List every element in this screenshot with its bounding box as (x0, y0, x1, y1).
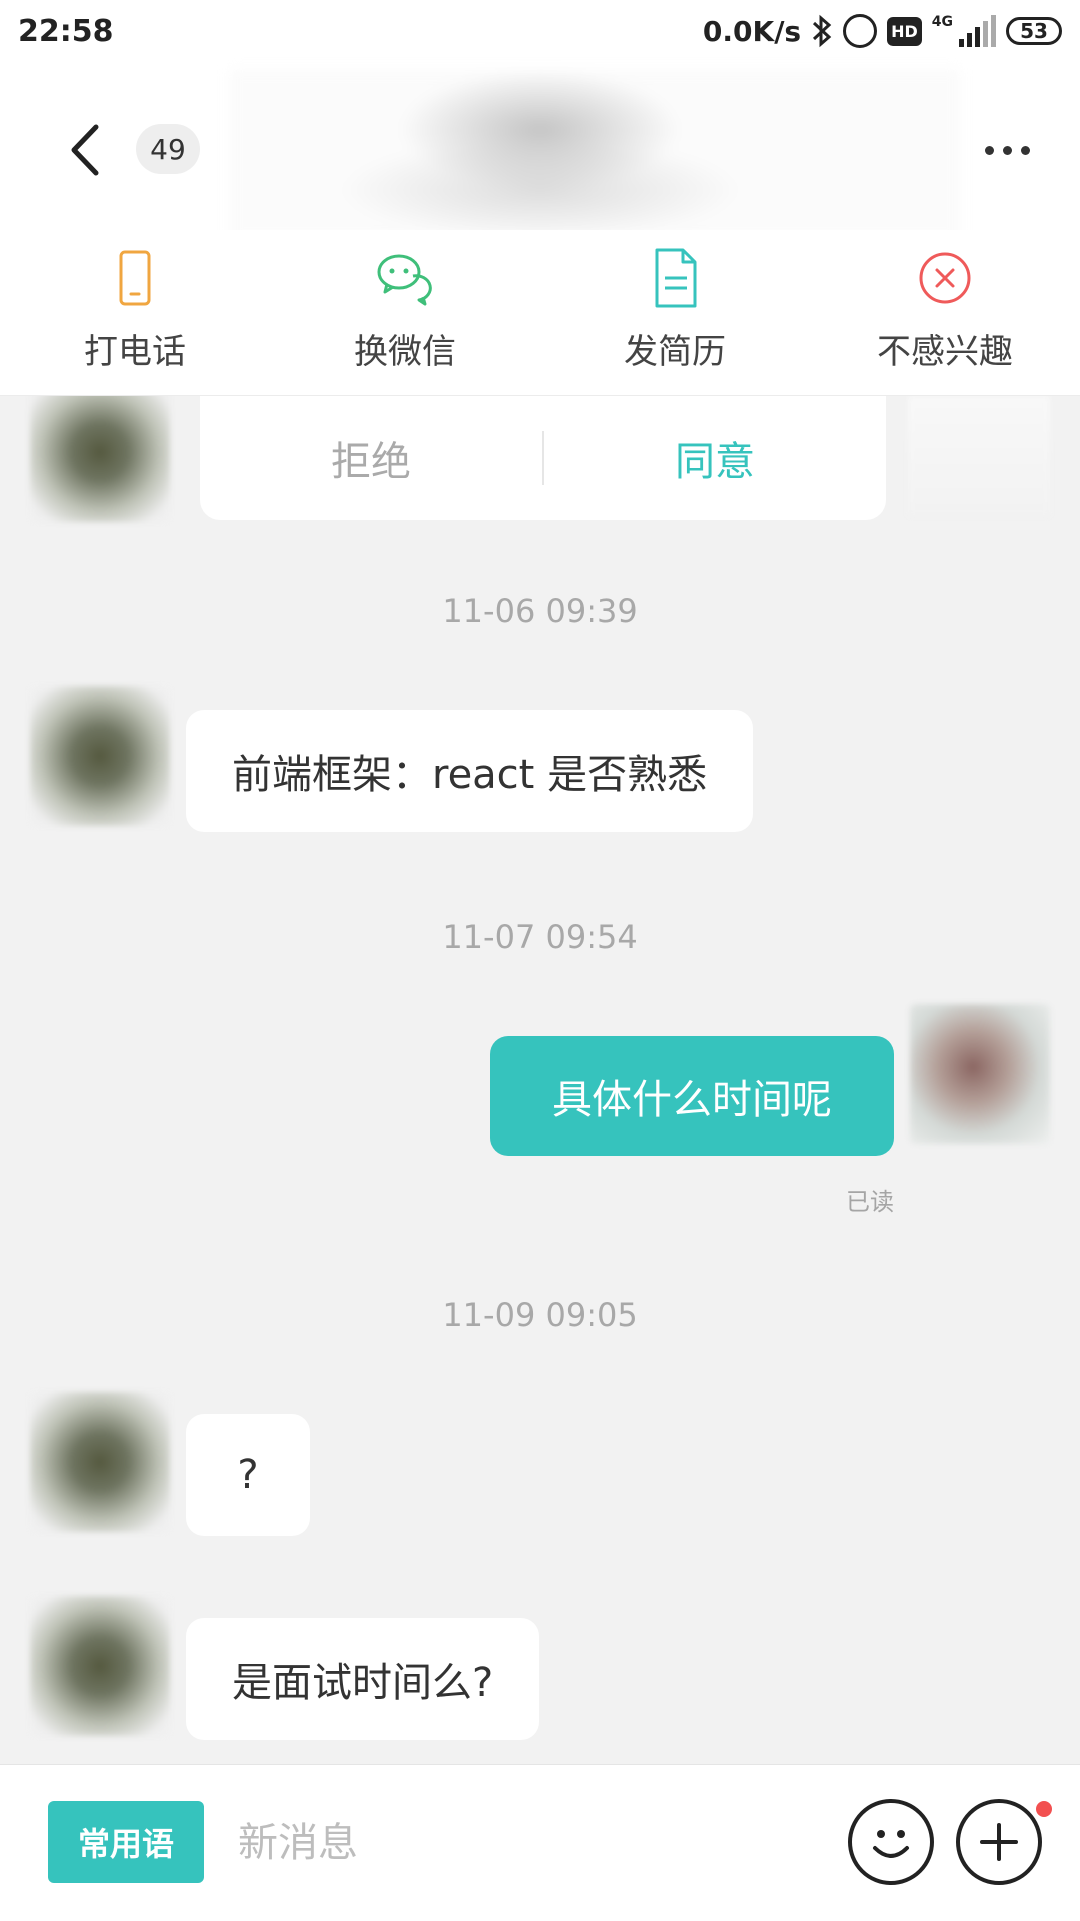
close-circle-icon (919, 252, 971, 304)
avatar[interactable] (30, 1596, 170, 1736)
message-text: 前端框架：react 是否熟悉 (232, 752, 708, 798)
plus-icon (980, 1823, 1018, 1861)
resume-icon (655, 248, 697, 308)
more-features-button[interactable] (956, 1799, 1042, 1885)
contact-info-redacted (230, 70, 960, 240)
bluetooth-icon (813, 14, 832, 48)
message-text: 具体什么时间呢 (552, 1077, 832, 1123)
unread-count-badge[interactable]: 49 (136, 124, 200, 174)
not-interested-button[interactable]: 不感兴趣 (810, 230, 1080, 395)
smiley-icon (873, 1830, 909, 1858)
action-label: 换微信 (354, 332, 456, 372)
call-button[interactable]: 打电话 (0, 230, 270, 395)
quick-action-bar: 打电话 换微信 发简历 不感兴趣 (0, 230, 1080, 396)
accept-button[interactable]: 同意 (544, 429, 886, 487)
chevron-left-icon (71, 124, 99, 176)
phone-icon (119, 250, 151, 306)
alarm-icon (843, 14, 878, 48)
send-resume-button[interactable]: 发简历 (540, 230, 810, 395)
notification-dot (1036, 1801, 1052, 1817)
message-bubble[interactable]: ? (186, 1414, 310, 1536)
interview-invite-card: 拒绝 同意 (200, 396, 886, 520)
message-timestamp: 11-09 09:05 (442, 1296, 638, 1334)
hd-badge: HD (887, 16, 922, 46)
status-bar: 22:58 0.0K/s HD 4G 53 (0, 0, 1080, 70)
status-time: 22:58 (18, 14, 114, 49)
message-bubble[interactable]: 是面试时间么? (186, 1618, 540, 1740)
network-type: 4G (931, 14, 953, 30)
message-timestamp: 11-07 09:54 (442, 918, 638, 956)
message-bubble[interactable]: 具体什么时间呢 (490, 1036, 894, 1156)
battery-indicator: 53 (1006, 17, 1062, 45)
my-avatar[interactable] (910, 1004, 1050, 1144)
message-list[interactable]: 拒绝 同意 11-06 09:39 前端框架：react 是否熟悉 11-07 … (0, 396, 1080, 1764)
message-timestamp: 11-06 09:39 (442, 592, 638, 630)
reject-button[interactable]: 拒绝 (200, 429, 542, 487)
wechat-icon (377, 254, 432, 306)
avatar[interactable] (30, 1392, 170, 1532)
message-text: 是面试时间么? (232, 1660, 494, 1706)
input-bar: 常用语 (0, 1764, 1080, 1921)
chat-header: 49 (0, 70, 1080, 240)
avatar[interactable] (30, 396, 170, 522)
message-input[interactable] (236, 1795, 800, 1891)
signal-icon (959, 15, 996, 47)
network-speed: 0.0K/s (702, 14, 802, 48)
action-label: 不感兴趣 (877, 332, 1013, 372)
back-button[interactable] (60, 120, 110, 180)
action-label: 打电话 (84, 332, 186, 372)
more-dot (984, 145, 994, 155)
action-label: 发简历 (624, 332, 726, 372)
status-icons: 0.0K/s HD 4G 53 (703, 14, 1062, 48)
more-dot (1002, 145, 1012, 155)
more-options-button[interactable] (972, 130, 1042, 170)
avatar-redacted (908, 396, 1050, 516)
message-text: ? (237, 1452, 259, 1498)
message-bubble[interactable]: 前端框架：react 是否熟悉 (186, 710, 754, 832)
read-status: 已读 (846, 1188, 894, 1216)
emoji-button[interactable] (848, 1799, 934, 1885)
quick-reply-button[interactable]: 常用语 (48, 1801, 204, 1883)
exchange-wechat-button[interactable]: 换微信 (270, 230, 540, 395)
avatar[interactable] (30, 686, 170, 826)
more-dot (1020, 145, 1030, 155)
